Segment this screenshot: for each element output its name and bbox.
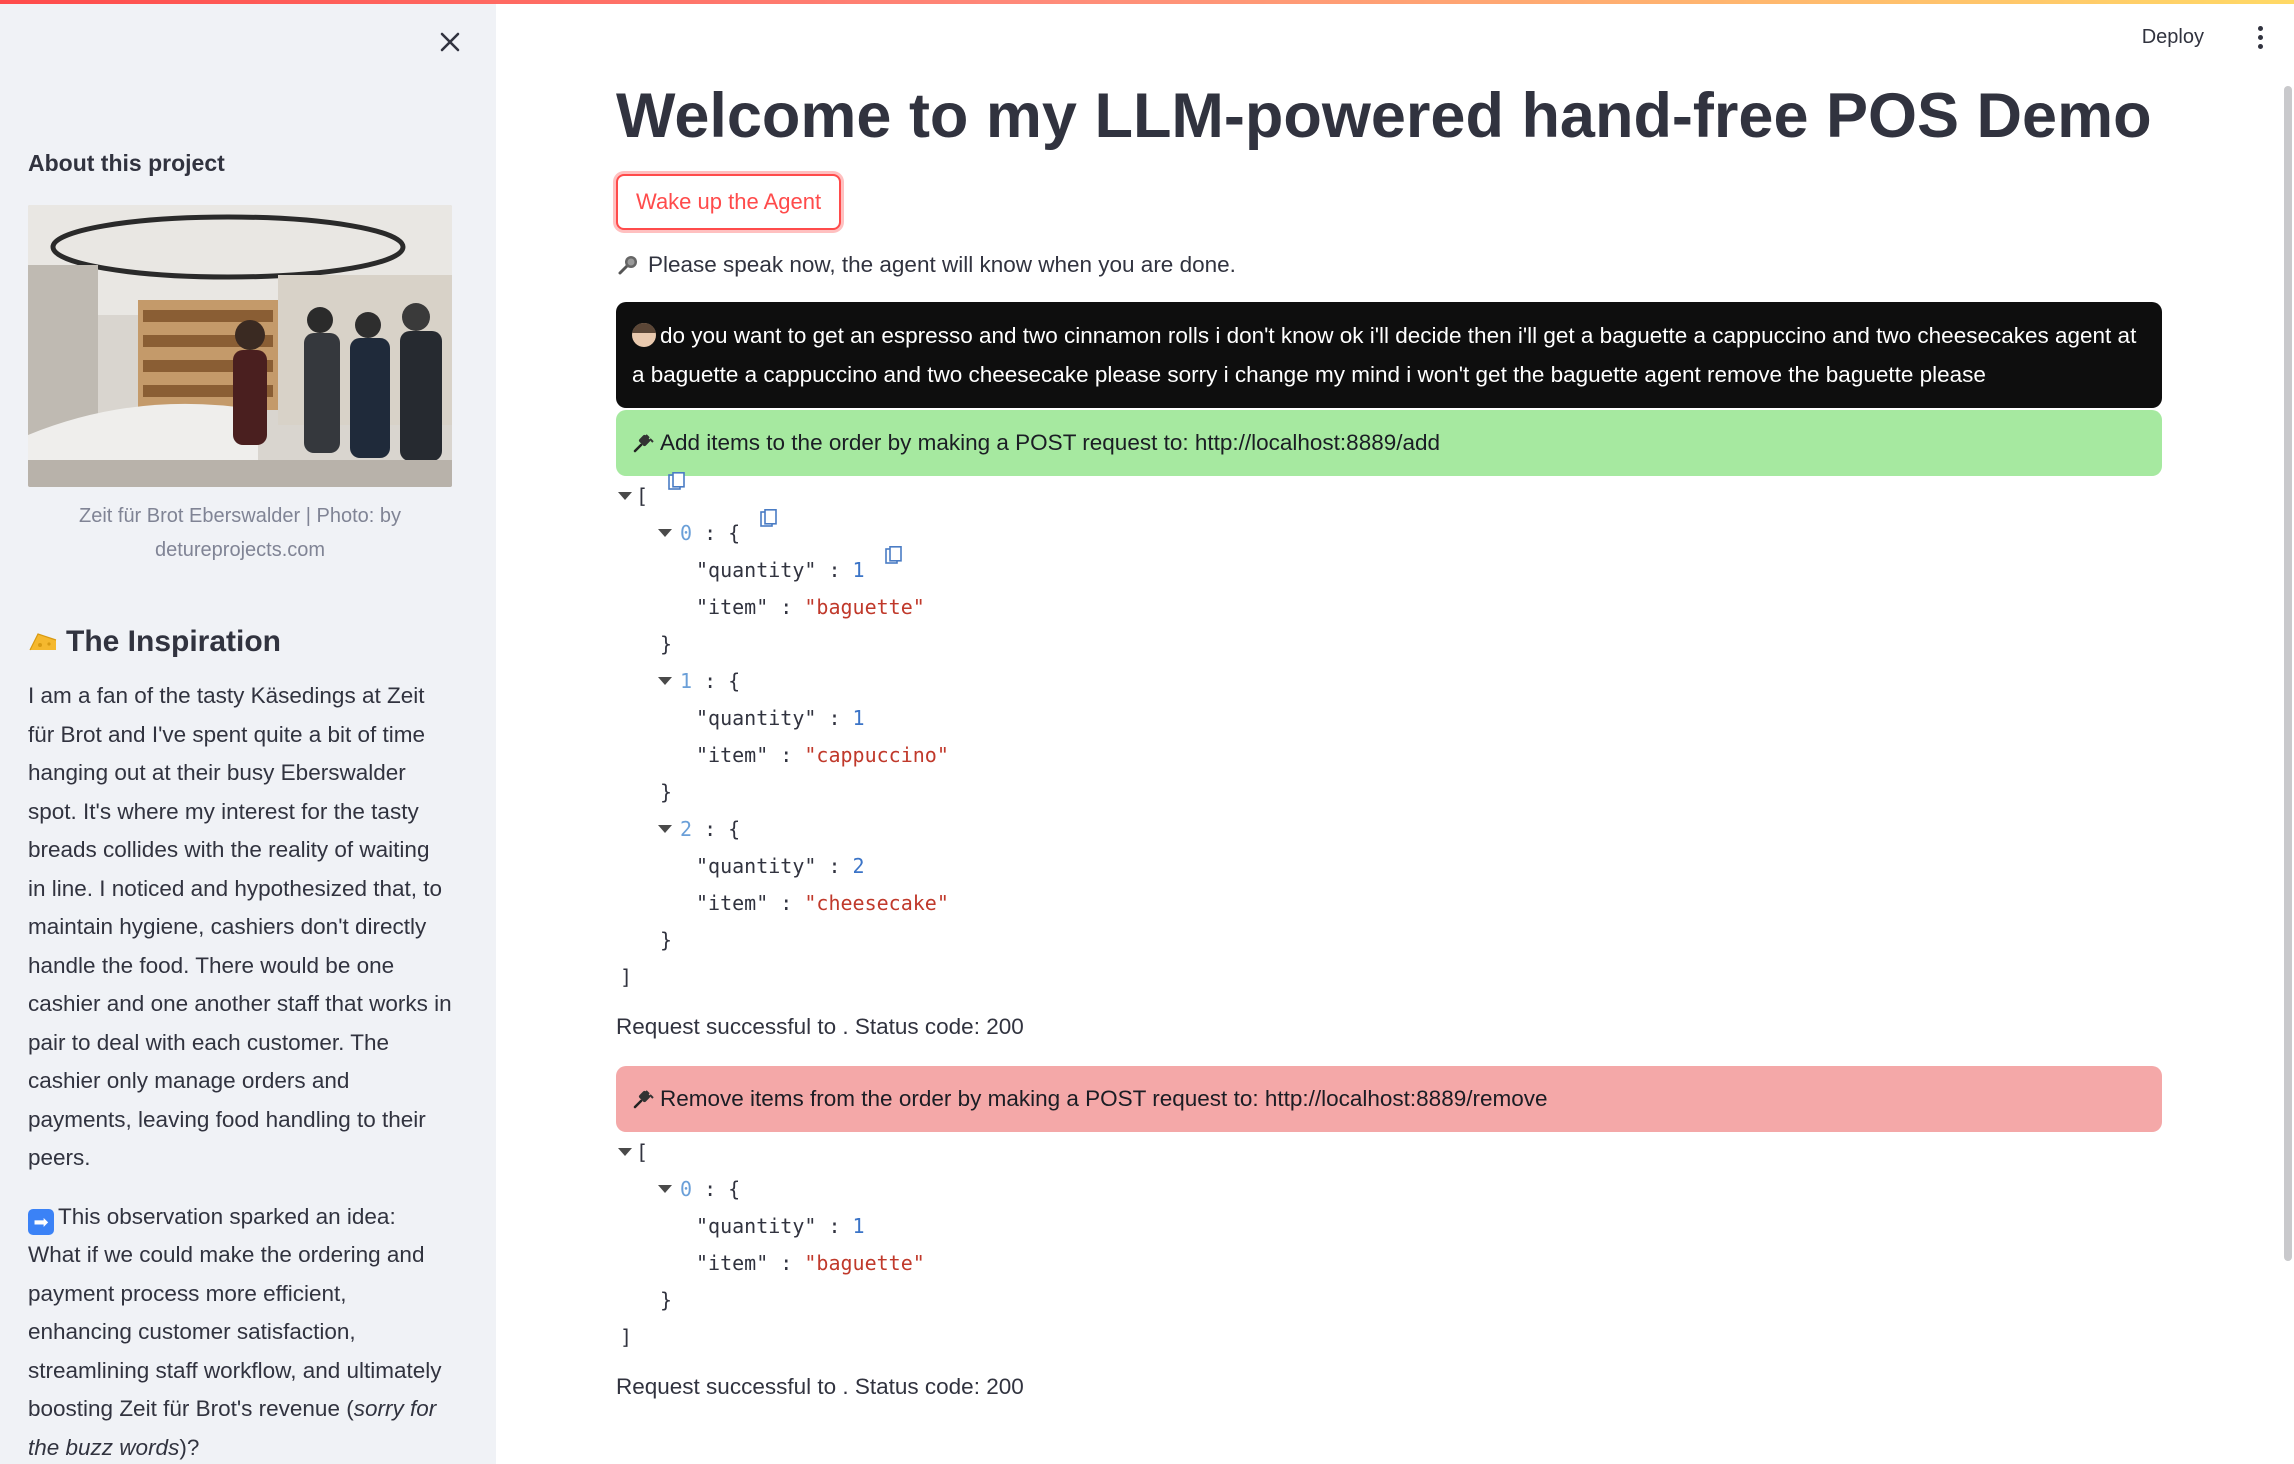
json-field-quantity: "quantity" : 2 [696,854,865,878]
json-array-open[interactable]: [ [616,1134,2162,1171]
cheese-icon [29,633,57,651]
plug-icon [633,1090,654,1109]
transcript-message: do you want to get an espresso and two c… [616,302,2162,408]
speak-prompt: Please speak now, the agent will know wh… [616,252,2162,278]
kebab-menu-icon [2257,25,2263,31]
close-sidebar-button[interactable] [432,24,468,60]
json-field-item: "item" : "baguette" [696,1251,925,1275]
inspiration-paragraph-1: I am a fan of the tasty Käsedings at Zei… [28,683,452,1170]
about-heading: About this project [28,150,225,176]
microphone-icon [618,256,637,275]
top-decoration-stripe [0,0,2294,4]
copy-icon[interactable] [760,509,778,529]
inspiration-heading: The Inspiration [28,625,452,659]
user-avatar-icon [632,323,656,347]
photo-caption: Zeit für Brot Eberswalder | Photo: by de… [78,505,401,561]
json-object-open[interactable]: 0 : { [616,509,2162,552]
add-items-alert: Add items to the order by making a POST … [616,410,2162,476]
json-field-item: "item" : "cappuccino" [696,743,949,767]
collapse-caret-icon[interactable] [658,1185,672,1193]
plug-icon [633,434,654,453]
json-field-quantity: "quantity" : 1 [696,706,865,730]
collapse-caret-icon[interactable] [658,529,672,537]
collapse-caret-icon[interactable] [618,492,632,500]
deploy-button[interactable]: Deploy [2132,22,2214,53]
json-object-close: } [660,928,673,952]
remove-status-text: Request successful to . Status code: 200 [616,1374,1024,1399]
add-items-json: [ 0 : { "quantity" : 1 "item" : "baguett… [616,472,2162,996]
collapse-caret-icon[interactable] [618,1148,632,1156]
json-object-open[interactable]: 0 : { [616,1171,2162,1208]
json-field-item: "item" : "baguette" [696,595,925,619]
collapse-caret-icon[interactable] [658,677,672,685]
close-icon [440,32,460,52]
json-object-open[interactable]: 2 : { [616,811,2162,848]
json-field-quantity: "quantity" : 1 [616,546,2162,589]
json-field-quantity: "quantity" : 1 [696,1214,865,1238]
inspiration-paragraph-2: ➡ This observation sparked an idea: What … [28,1203,442,1460]
add-status-text: Request successful to . Status code: 200 [616,1014,1024,1039]
right-arrow-icon: ➡ [28,1208,54,1235]
json-object-close: } [660,780,673,804]
json-object-close: } [660,1288,673,1312]
main-menu-button[interactable] [2252,22,2268,52]
bakery-photo [28,205,452,487]
sidebar: About this project Zeit für Brot Eberswa… [0,0,496,1464]
json-field-item: "item" : "cheesecake" [696,891,949,915]
json-array-close: ] [620,965,633,989]
wake-agent-button[interactable]: Wake up the Agent [616,174,842,230]
main-content: Deploy Welcome to my LLM-powered hand-fr… [496,0,2294,1464]
json-object-close: } [660,632,673,656]
scrollbar[interactable] [2284,86,2292,1261]
json-array-close: ] [620,1325,633,1349]
collapse-caret-icon[interactable] [658,825,672,833]
remove-items-alert: Remove items from the order by making a … [616,1066,2162,1132]
json-object-open[interactable]: 1 : { [616,663,2162,700]
json-array-open[interactable]: [ [616,472,2162,515]
copy-icon[interactable] [884,546,903,566]
remove-items-json: [ 0 : { "quantity" : 1 "item" : "baguett… [616,1134,2162,1356]
copy-icon[interactable] [668,472,686,492]
page-title: Welcome to my LLM-powered hand-free POS … [616,81,2152,151]
